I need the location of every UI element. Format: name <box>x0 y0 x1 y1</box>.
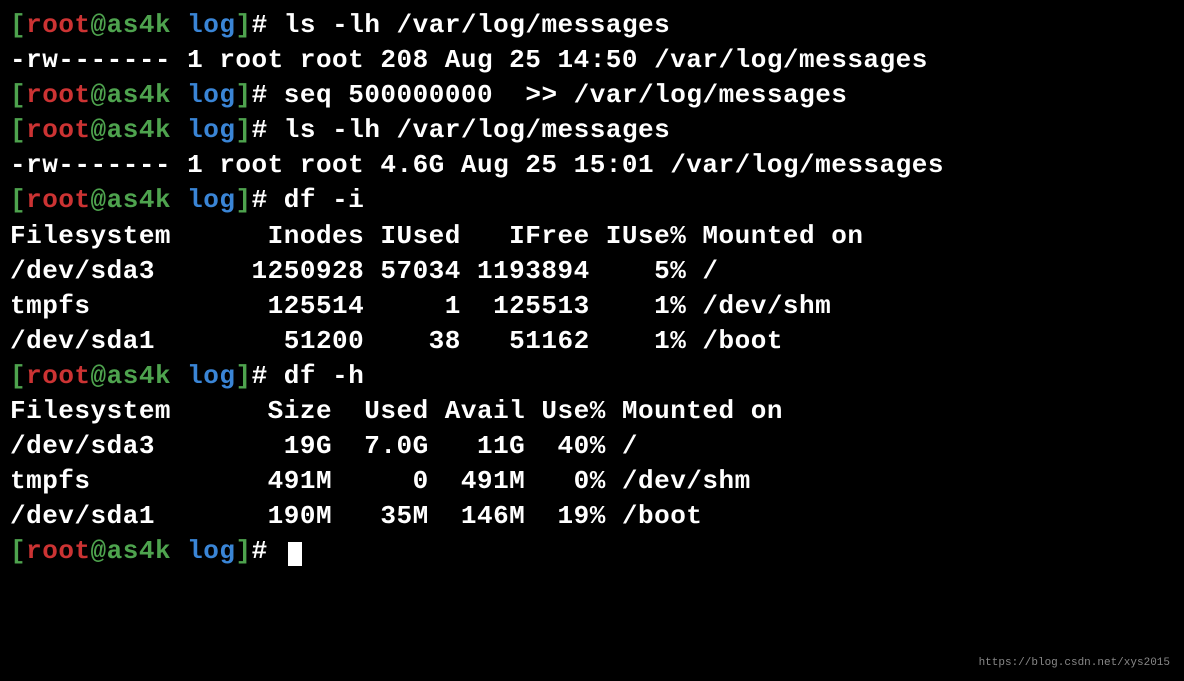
prompt-close: ] <box>235 185 251 215</box>
prompt-line: [root@as4k log]# df -i <box>10 183 1174 218</box>
output-line: /dev/sda3 1250928 57034 1193894 5% / <box>10 254 1174 289</box>
output-line: Filesystem Size Used Avail Use% Mounted … <box>10 394 1174 429</box>
prompt-line: [root@as4k log]# df -h <box>10 359 1174 394</box>
cursor <box>288 542 302 566</box>
command-text: df -h <box>268 361 365 391</box>
command-text: df -i <box>268 185 365 215</box>
prompt-dir: log <box>187 10 235 40</box>
prompt-space <box>171 115 187 145</box>
prompt-host: as4k <box>107 185 171 215</box>
prompt-dir: log <box>187 80 235 110</box>
prompt-at: @ <box>91 361 107 391</box>
prompt-close: ] <box>235 80 251 110</box>
output-line: /dev/sda1 190M 35M 146M 19% /boot <box>10 499 1174 534</box>
output-line: tmpfs 491M 0 491M 0% /dev/shm <box>10 464 1174 499</box>
prompt-line: [root@as4k log]# seq 500000000 >> /var/l… <box>10 78 1174 113</box>
prompt-user: root <box>26 115 90 145</box>
prompt-user: root <box>26 185 90 215</box>
output-line: -rw------- 1 root root 208 Aug 25 14:50 … <box>10 43 1174 78</box>
prompt-close: ] <box>235 361 251 391</box>
prompt-user: root <box>26 536 90 566</box>
command-text: ls -lh /var/log/messages <box>268 115 671 145</box>
prompt-host: as4k <box>107 361 171 391</box>
prompt-at: @ <box>91 185 107 215</box>
output-text: /dev/sda3 1250928 57034 1193894 5% / <box>10 256 719 286</box>
prompt-at: @ <box>91 536 107 566</box>
prompt-host: as4k <box>107 536 171 566</box>
prompt-dir: log <box>187 536 235 566</box>
output-text: -rw------- 1 root root 208 Aug 25 14:50 … <box>10 45 928 75</box>
prompt-dir: log <box>187 361 235 391</box>
command-text: seq 500000000 >> /var/log/messages <box>268 80 848 110</box>
output-line: -rw------- 1 root root 4.6G Aug 25 15:01… <box>10 148 1174 183</box>
prompt-hash: # <box>252 10 268 40</box>
prompt-host: as4k <box>107 115 171 145</box>
prompt-space <box>171 80 187 110</box>
prompt-open: [ <box>10 80 26 110</box>
prompt-close: ] <box>235 115 251 145</box>
prompt-at: @ <box>91 80 107 110</box>
prompt-space <box>171 185 187 215</box>
command-text <box>268 536 284 566</box>
prompt-user: root <box>26 10 90 40</box>
output-line: /dev/sda3 19G 7.0G 11G 40% / <box>10 429 1174 464</box>
output-line: tmpfs 125514 1 125513 1% /dev/shm <box>10 289 1174 324</box>
prompt-hash: # <box>252 185 268 215</box>
output-text: Filesystem Inodes IUsed IFree IUse% Moun… <box>10 221 863 251</box>
prompt-space <box>171 361 187 391</box>
output-line: /dev/sda1 51200 38 51162 1% /boot <box>10 324 1174 359</box>
prompt-host: as4k <box>107 10 171 40</box>
output-text: tmpfs 491M 0 491M 0% /dev/shm <box>10 466 751 496</box>
watermark: https://blog.csdn.net/xys2015 <box>979 656 1170 671</box>
prompt-close: ] <box>235 536 251 566</box>
prompt-line: [root@as4k log]# ls -lh /var/log/message… <box>10 8 1174 43</box>
output-text: Filesystem Size Used Avail Use% Mounted … <box>10 396 783 426</box>
prompt-dir: log <box>187 115 235 145</box>
terminal[interactable]: [root@as4k log]# ls -lh /var/log/message… <box>10 8 1174 570</box>
prompt-close: ] <box>235 10 251 40</box>
output-text: /dev/sda3 19G 7.0G 11G 40% / <box>10 431 638 461</box>
prompt-hash: # <box>252 361 268 391</box>
prompt-open: [ <box>10 185 26 215</box>
prompt-hash: # <box>252 536 268 566</box>
prompt-hash: # <box>252 115 268 145</box>
prompt-dir: log <box>187 185 235 215</box>
prompt-open: [ <box>10 361 26 391</box>
output-text: -rw------- 1 root root 4.6G Aug 25 15:01… <box>10 150 944 180</box>
prompt-open: [ <box>10 115 26 145</box>
prompt-host: as4k <box>107 80 171 110</box>
prompt-space <box>171 536 187 566</box>
output-line: Filesystem Inodes IUsed IFree IUse% Moun… <box>10 219 1174 254</box>
prompt-space <box>171 10 187 40</box>
prompt-user: root <box>26 361 90 391</box>
prompt-open: [ <box>10 536 26 566</box>
output-text: tmpfs 125514 1 125513 1% /dev/shm <box>10 291 831 321</box>
prompt-user: root <box>26 80 90 110</box>
prompt-hash: # <box>252 80 268 110</box>
prompt-line: [root@as4k log]# <box>10 534 1174 569</box>
prompt-at: @ <box>91 115 107 145</box>
prompt-at: @ <box>91 10 107 40</box>
command-text: ls -lh /var/log/messages <box>268 10 671 40</box>
prompt-line: [root@as4k log]# ls -lh /var/log/message… <box>10 113 1174 148</box>
prompt-open: [ <box>10 10 26 40</box>
output-text: /dev/sda1 51200 38 51162 1% /boot <box>10 326 783 356</box>
output-text: /dev/sda1 190M 35M 146M 19% /boot <box>10 501 702 531</box>
